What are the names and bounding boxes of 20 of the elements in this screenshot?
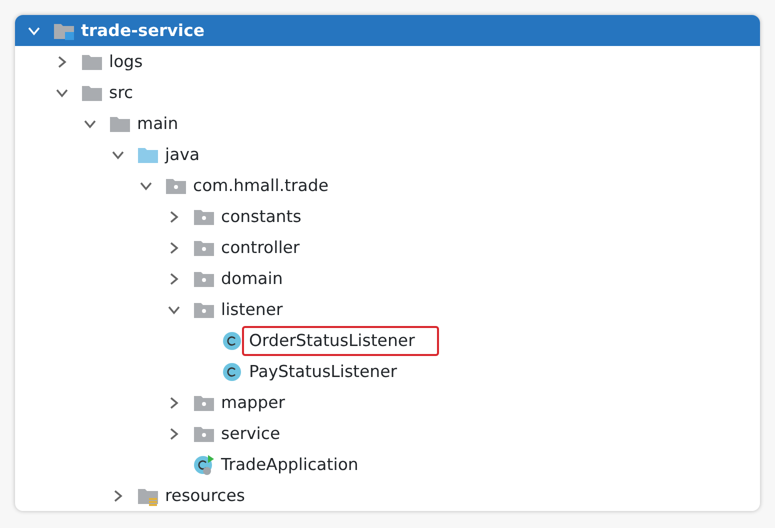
tree-row[interactable]: trade-service	[15, 15, 760, 46]
tree-item-label[interactable]: mapper	[214, 388, 292, 418]
tree-item-label[interactable]: controller	[214, 232, 307, 262]
tree-item-label[interactable]: OrderStatusListener	[242, 326, 439, 356]
tree-item-label[interactable]: PayStatusListener	[242, 356, 404, 386]
tree-item-label[interactable]: java	[158, 140, 207, 170]
tree-item-label[interactable]: resources	[158, 480, 252, 510]
main-class-icon	[193, 454, 215, 474]
class-icon	[221, 362, 243, 382]
tree-item-label[interactable]: listener	[214, 294, 290, 324]
tree-item-label[interactable]: constants	[214, 202, 308, 232]
tree-item-label[interactable]: domain	[214, 264, 290, 294]
tree-item-label[interactable]: TradeApplication	[214, 450, 366, 480]
class-icon	[221, 330, 243, 350]
tree-item-label[interactable]: main	[130, 108, 186, 138]
tree-item-label[interactable]: src	[102, 78, 140, 108]
tree-item-label[interactable]: com.hmall.trade	[186, 170, 336, 200]
tree-item-label[interactable]: logs	[102, 46, 150, 76]
tree-item-label[interactable]: trade-service	[74, 16, 212, 46]
tree-item-label[interactable]: service	[214, 418, 288, 448]
